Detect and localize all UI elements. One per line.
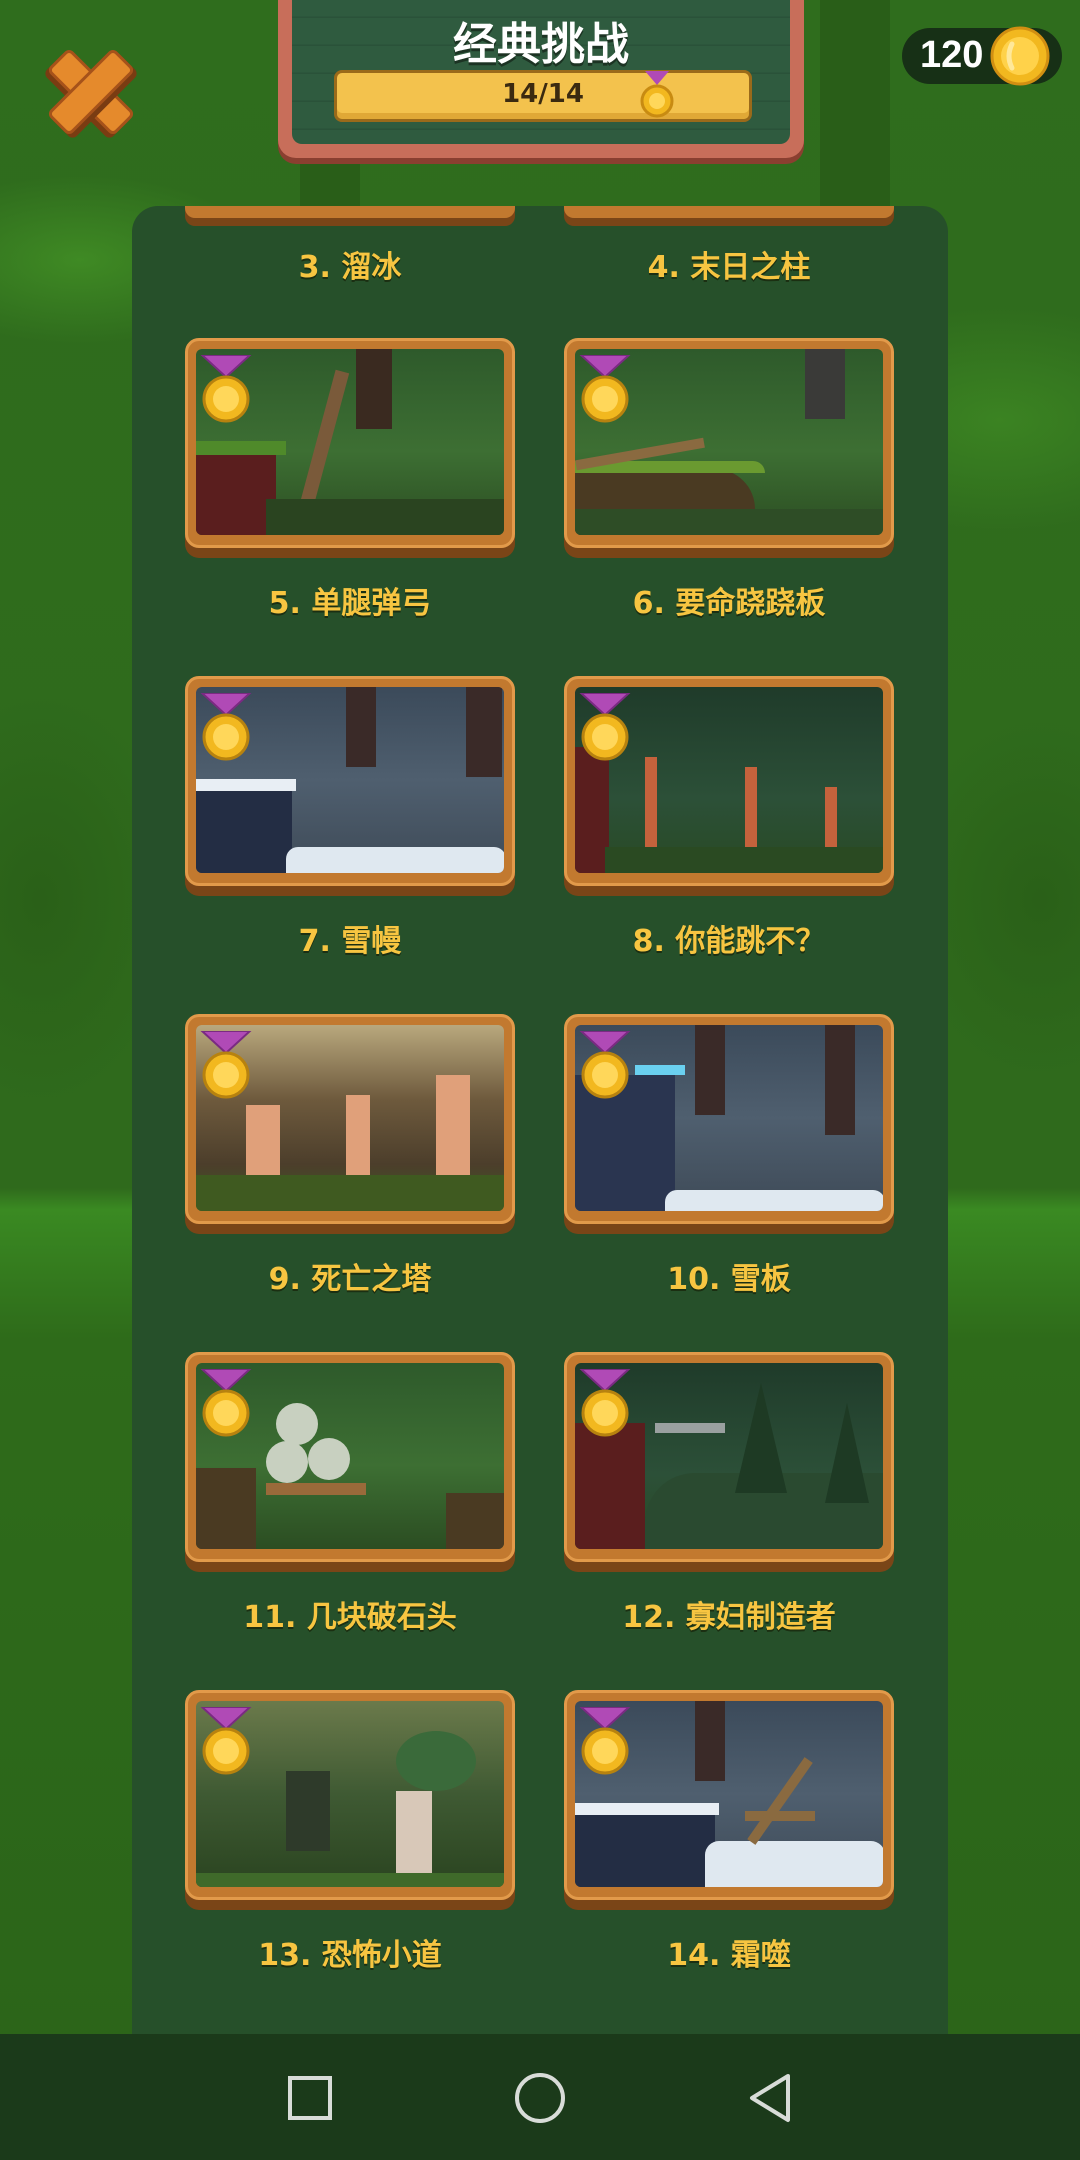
level-label: 5. 单腿弹弓 [268, 586, 432, 621]
level-card-12[interactable] [564, 1352, 894, 1562]
level-card-partial[interactable] [564, 206, 894, 218]
level-label: 10. 雪板 [667, 1262, 791, 1297]
level-label: 12. 寡妇制造者 [622, 1600, 836, 1635]
level-label: 3. 溜冰 [298, 250, 402, 285]
gold-medal-icon [579, 693, 631, 761]
circle-icon[interactable] [512, 2070, 568, 2126]
gold-medal-icon [200, 1031, 252, 1099]
level-card-13[interactable] [185, 1690, 515, 1900]
background-tree-trunk [820, 0, 890, 240]
system-navigation-bar [0, 2034, 1080, 2160]
gold-medal-icon [200, 693, 252, 761]
level-card-8[interactable] [564, 676, 894, 886]
level-label: 9. 死亡之塔 [268, 1262, 432, 1297]
level-card-14[interactable] [564, 1690, 894, 1900]
level-label: 14. 霜噬 [667, 1938, 791, 1973]
gold-medal-icon [579, 1707, 631, 1775]
level-label: 8. 你能跳不？ [632, 924, 826, 959]
level-label: 13. 恐怖小道 [258, 1938, 442, 1973]
gold-medal-icon [200, 1707, 252, 1775]
square-icon[interactable] [282, 2070, 338, 2126]
gold-medal-icon [200, 1369, 252, 1437]
level-label: 6. 要命跷跷板 [632, 586, 826, 621]
progress-text: 14/14 [502, 79, 584, 109]
gold-medal-icon [200, 355, 252, 423]
title-board: 经典挑战 14/14 [278, 0, 804, 158]
level-card-9[interactable] [185, 1014, 515, 1224]
progress-bar: 14/14 [334, 70, 752, 122]
level-label: 11. 几块破石头 [243, 1600, 457, 1635]
level-list-panel[interactable]: 3. 溜冰 4. 末日之柱 5. 单腿弹弓 6. 要命跷跷板 7. 雪幔 8. … [132, 206, 948, 2106]
level-card-11[interactable] [185, 1352, 515, 1562]
level-card-partial[interactable] [185, 206, 515, 218]
level-card-10[interactable] [564, 1014, 894, 1224]
page-title: 经典挑战 [453, 19, 629, 70]
medal-icon [640, 71, 674, 118]
gold-medal-icon [579, 1031, 631, 1099]
level-card-7[interactable] [185, 676, 515, 886]
gold-medal-icon [579, 355, 631, 423]
triangle-back-icon[interactable] [742, 2070, 798, 2126]
close-button[interactable] [38, 38, 138, 138]
level-card-5[interactable] [185, 338, 515, 548]
coin-icon [990, 26, 1050, 86]
level-card-6[interactable] [564, 338, 894, 548]
coin-count: 120 [920, 34, 984, 76]
level-label: 4. 末日之柱 [647, 250, 811, 285]
gold-medal-icon [579, 1369, 631, 1437]
coin-counter: 120 [902, 26, 1062, 86]
level-label: 7. 雪幔 [298, 924, 402, 959]
